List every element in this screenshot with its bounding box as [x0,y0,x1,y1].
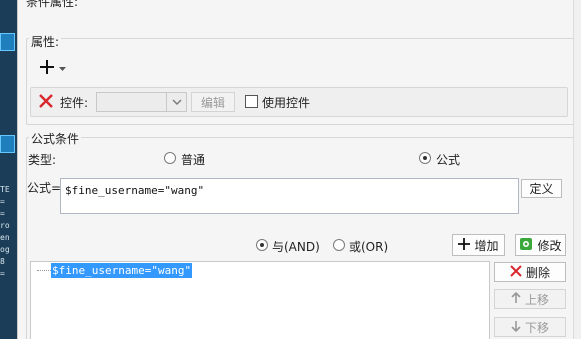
type-normal-label: 普通 [181,153,206,167]
type-formula-label: 公式 [436,153,461,167]
editor-code-line: = [0,197,5,206]
define-button[interactable]: 定义 [521,179,562,198]
plus-icon [458,237,471,253]
editor-code-line: TE [0,185,10,194]
delete-x-icon [38,93,54,112]
editor-highlight-box [0,33,15,51]
dropdown-arrow-icon [59,61,66,75]
edit-control-button[interactable]: 编辑 [191,92,235,112]
editor-highlight-box [0,135,15,153]
dialog-scrollbar[interactable] [573,0,581,339]
logic-or-radio[interactable] [333,239,345,251]
delete-condition-label: 删除 [525,265,550,280]
modify-condition-label: 修改 [537,238,562,253]
edit-gear-icon [519,237,533,254]
add-condition-button[interactable]: 增加 [452,234,505,256]
remove-property-button[interactable] [36,92,56,112]
modify-condition-button[interactable]: 修改 [515,234,566,256]
background-editor-strip: TE = = ro en og 8 = [0,0,17,339]
formula-label: 公式= [27,181,62,195]
type-formula-radio[interactable] [419,152,431,164]
move-up-label: 上移 [524,292,549,307]
control-select[interactable] [96,92,187,112]
move-down-label: 下移 [524,320,549,335]
add-condition-label: 增加 [474,238,499,253]
arrow-down-icon [511,320,521,335]
logic-or-label: 或(OR) [349,240,389,254]
type-normal-radio[interactable] [164,152,176,164]
delete-x-icon [510,264,522,280]
type-label: 类型: [28,153,57,167]
tree-connector [37,270,51,271]
logic-and-label: 与(AND) [272,240,320,254]
dialog-title: 条件属性: [26,0,79,9]
editor-code-line: = [0,269,5,278]
formula-condition-legend: 公式条件 [29,130,82,147]
use-control-label: 使用控件 [262,96,311,110]
formula-input-value: $fine_username="wang" [65,184,205,197]
add-property-button[interactable] [36,58,66,78]
tree-item[interactable]: $fine_username="wang" [51,263,193,278]
move-down-button[interactable]: 下移 [494,317,566,337]
formula-input[interactable]: $fine_username="wang" [60,178,519,214]
plus-icon [39,59,55,78]
chevron-down-icon [166,93,186,111]
logic-and-radio[interactable] [256,239,268,251]
condition-attributes-dialog: 条件属性: 属性: 控件: 编辑 使用控件 公式条件 类型: 普通 公式 公式=… [17,0,581,339]
properties-legend: 属性: [29,33,62,50]
delete-condition-button[interactable]: 删除 [494,262,566,282]
condition-tree-list[interactable]: $fine_username="wang" [30,261,490,339]
editor-code-line: 8 [0,257,5,266]
editor-code-line: en [0,233,10,242]
editor-code-line: og [0,245,10,254]
arrow-up-icon [511,291,521,307]
control-label: 控件: [60,96,89,110]
move-up-button[interactable]: 上移 [494,289,566,309]
editor-code-line: = [0,209,5,218]
editor-code-line: ro [0,221,10,230]
use-control-checkbox[interactable] [245,95,258,108]
